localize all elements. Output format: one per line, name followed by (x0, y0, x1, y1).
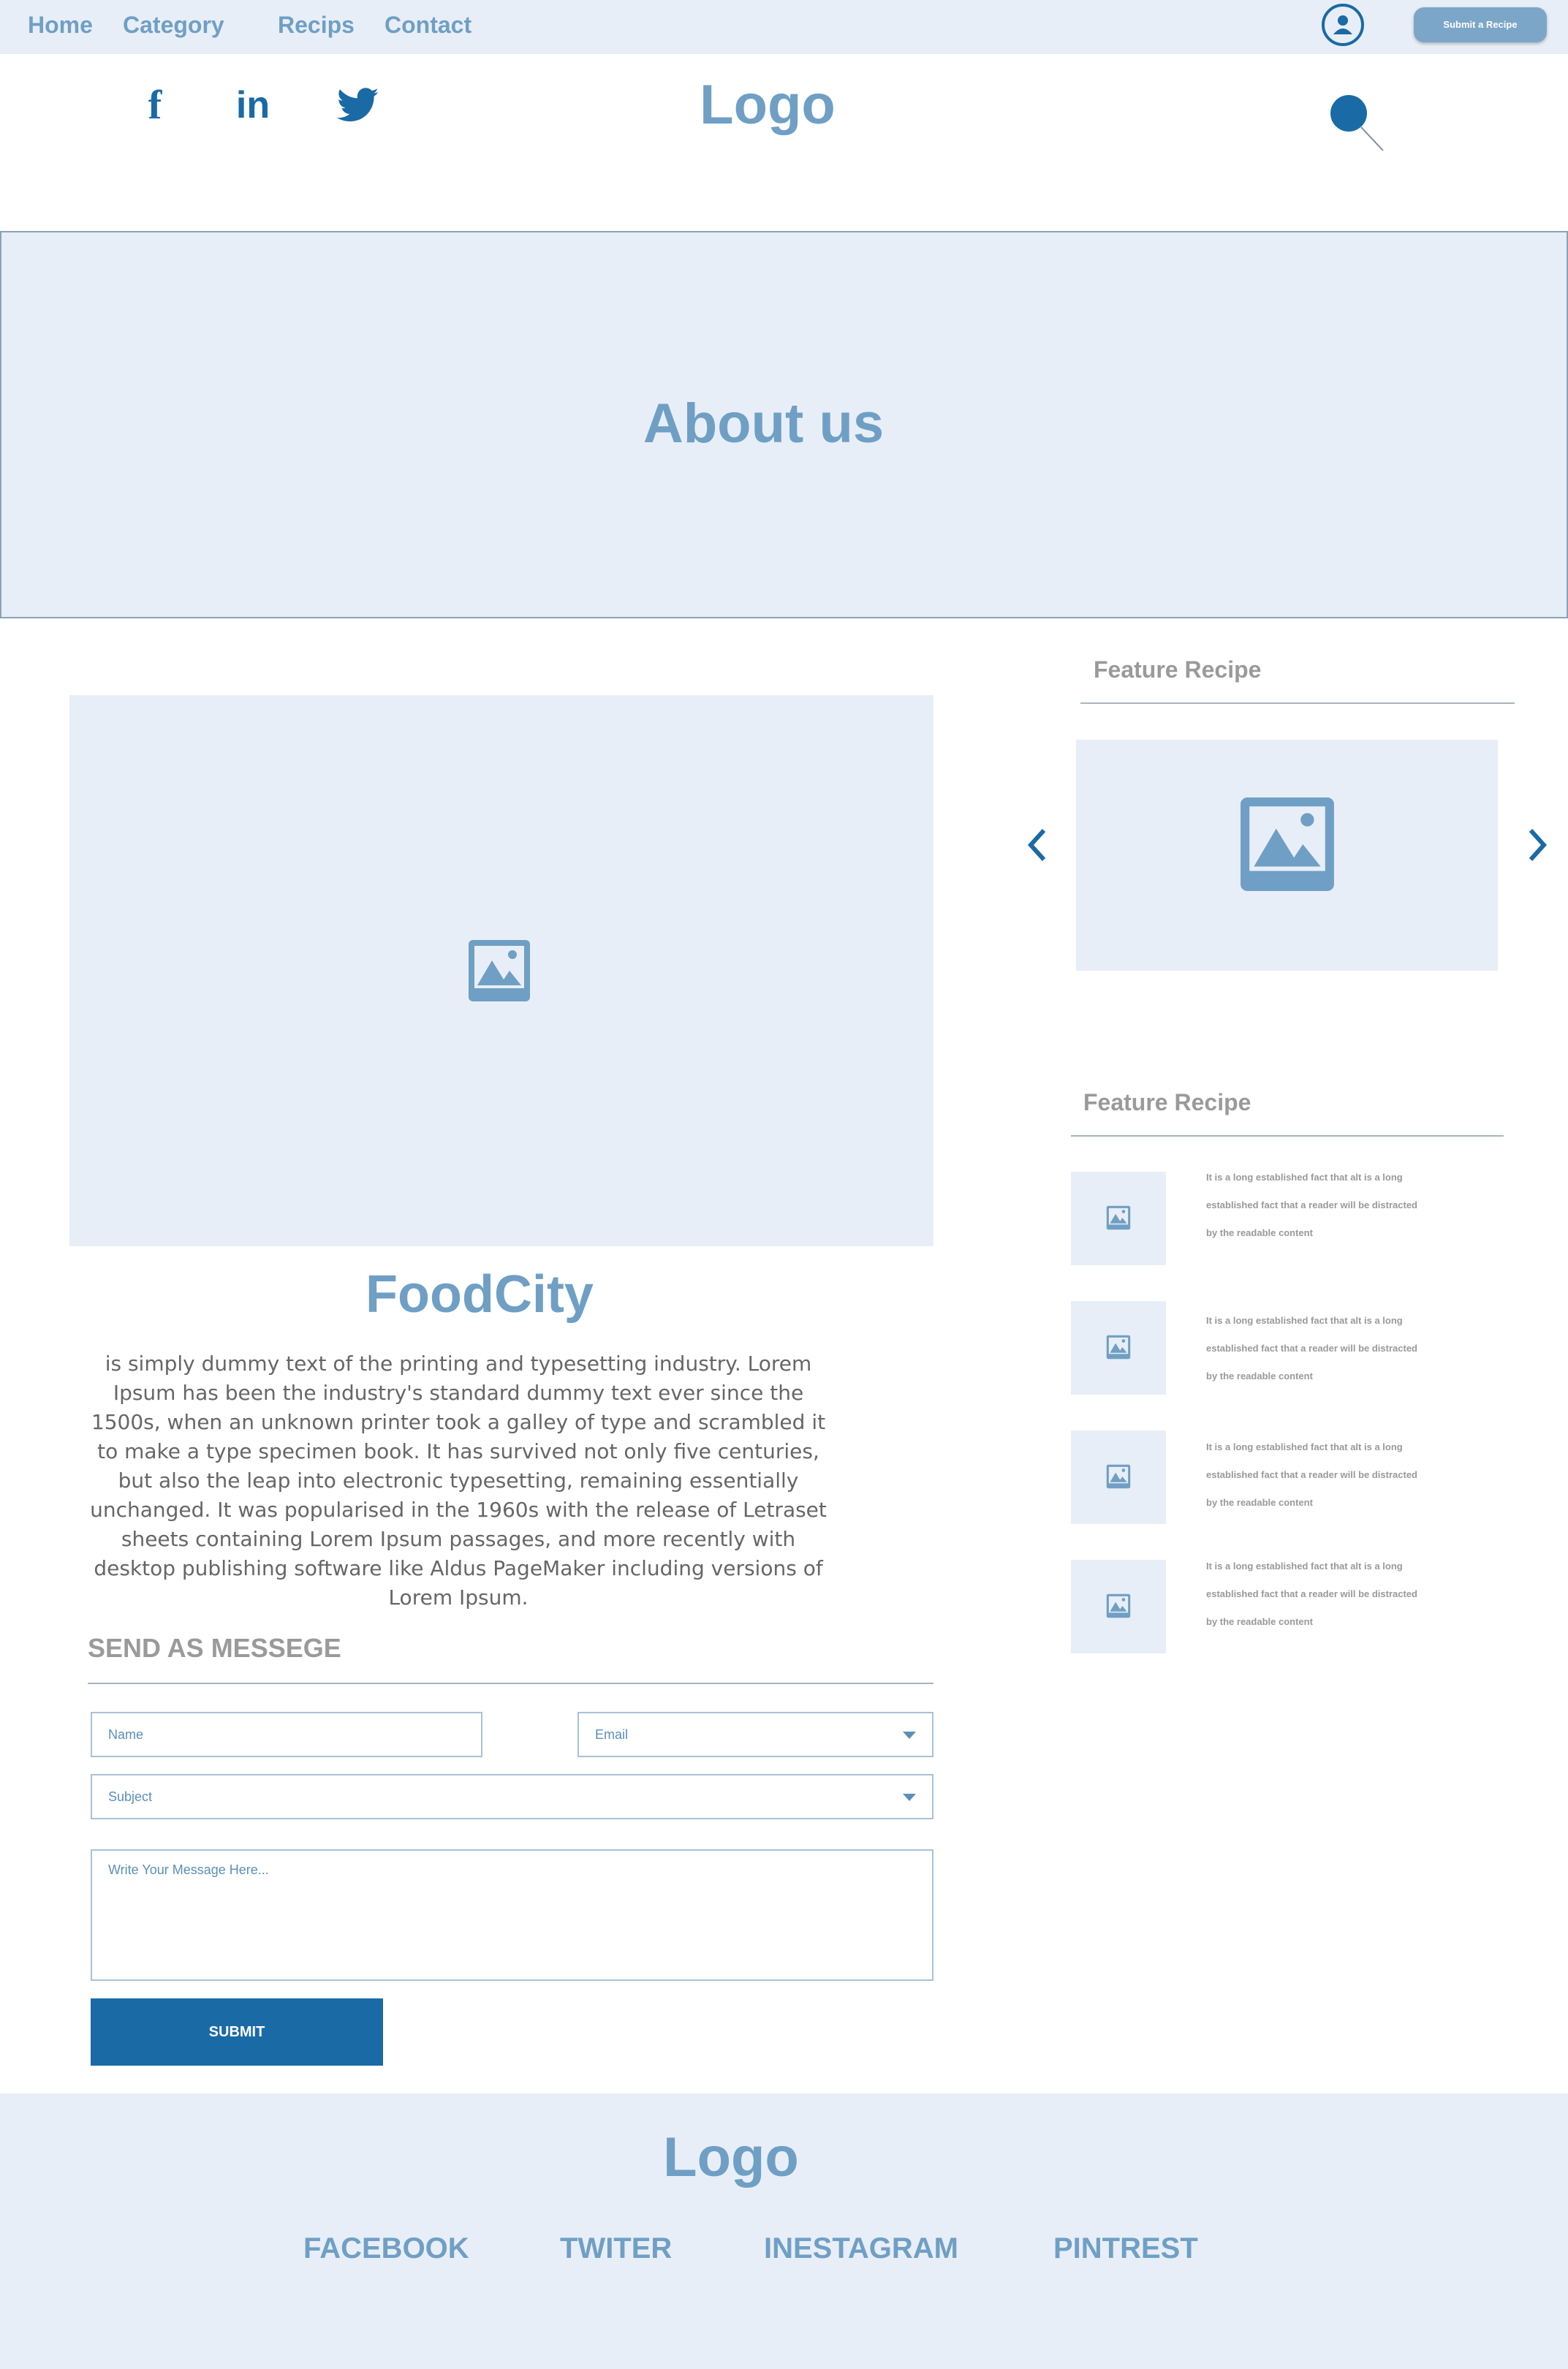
image-icon (469, 940, 530, 1001)
chevron-right-icon[interactable] (1522, 825, 1551, 865)
nav-category[interactable]: Category (123, 12, 224, 39)
brand-title: FoodCity (366, 1265, 594, 1324)
subject-select[interactable]: Subject (91, 1774, 933, 1819)
feature-divider (1080, 702, 1515, 704)
email-field[interactable]: Email (577, 1712, 933, 1757)
image-icon (1106, 1205, 1131, 1230)
form-divider (88, 1683, 933, 1684)
about-paragraph: is simply dummy text of the printing and… (90, 1352, 827, 1610)
search-icon[interactable] (1328, 92, 1386, 153)
feature-recipe-title: Feature Recipe (1094, 656, 1262, 683)
nav-recipes[interactable]: Recips (278, 12, 355, 39)
image-icon (1106, 1335, 1131, 1360)
name-field[interactable]: Name (91, 1712, 482, 1757)
chevron-down-icon (903, 1732, 916, 1739)
recipe-thumbnail[interactable] (1071, 1430, 1166, 1524)
footer-link-pinterest[interactable]: PINTREST (1053, 2232, 1198, 2265)
hero-banner: About us (0, 231, 1568, 618)
linkedin-glyph: in (235, 84, 270, 126)
recipe-thumbnail[interactable] (1071, 1560, 1166, 1653)
linkedin-icon[interactable]: in (230, 82, 276, 129)
feature-recipe-list-title: Feature Recipe (1083, 1089, 1251, 1115)
submit-button[interactable]: SUBMIT (91, 1998, 383, 2066)
site-logo[interactable]: Logo (658, 73, 877, 137)
submit-recipe-button[interactable]: Submit a Recipe (1414, 7, 1547, 42)
form-title: SEND AS MESSEGE (88, 1633, 341, 1663)
page-title: About us (643, 393, 885, 455)
footer-logo[interactable]: Logo (621, 2126, 841, 2189)
nav-contact[interactable]: Contact (385, 12, 471, 39)
feature-image-placeholder[interactable] (1076, 740, 1498, 971)
user-account-icon[interactable] (1322, 4, 1364, 46)
subject-placeholder: Subject (108, 1789, 153, 1804)
recipe-thumbnail[interactable] (1071, 1172, 1166, 1265)
recipe-thumbnail[interactable] (1071, 1301, 1166, 1395)
email-field-placeholder: Email (595, 1727, 629, 1742)
main-image-placeholder (69, 695, 933, 1246)
image-icon (1106, 1593, 1131, 1618)
recipe-snippet[interactable]: It is a long established fact that alt i… (1206, 1433, 1425, 1517)
chevron-down-icon (903, 1794, 916, 1801)
footer-link-instagram[interactable]: INESTAGRAM (764, 2232, 958, 2265)
facebook-icon[interactable]: f (132, 82, 178, 129)
footer-link-facebook[interactable]: FACEBOOK (303, 2232, 469, 2265)
feature-list-divider (1071, 1135, 1504, 1137)
footer-link-twitter[interactable]: TWITER (560, 2232, 672, 2265)
message-placeholder: Write Your Message Here... (108, 1862, 269, 1877)
nav-home[interactable]: Home (28, 12, 93, 39)
image-icon (1106, 1464, 1131, 1489)
facebook-glyph: f (148, 83, 162, 128)
twitter-icon[interactable] (335, 82, 382, 129)
recipe-snippet[interactable]: It is a long established fact that alt i… (1206, 1553, 1425, 1636)
recipe-snippet[interactable]: It is a long established fact that alt i… (1206, 1164, 1425, 1247)
message-textarea[interactable]: Write Your Message Here... (91, 1849, 933, 1981)
recipe-snippet[interactable]: It is a long established fact that alt i… (1206, 1307, 1425, 1390)
chevron-left-icon[interactable] (1023, 825, 1053, 865)
name-field-placeholder: Name (108, 1727, 144, 1742)
image-icon (1241, 797, 1334, 891)
